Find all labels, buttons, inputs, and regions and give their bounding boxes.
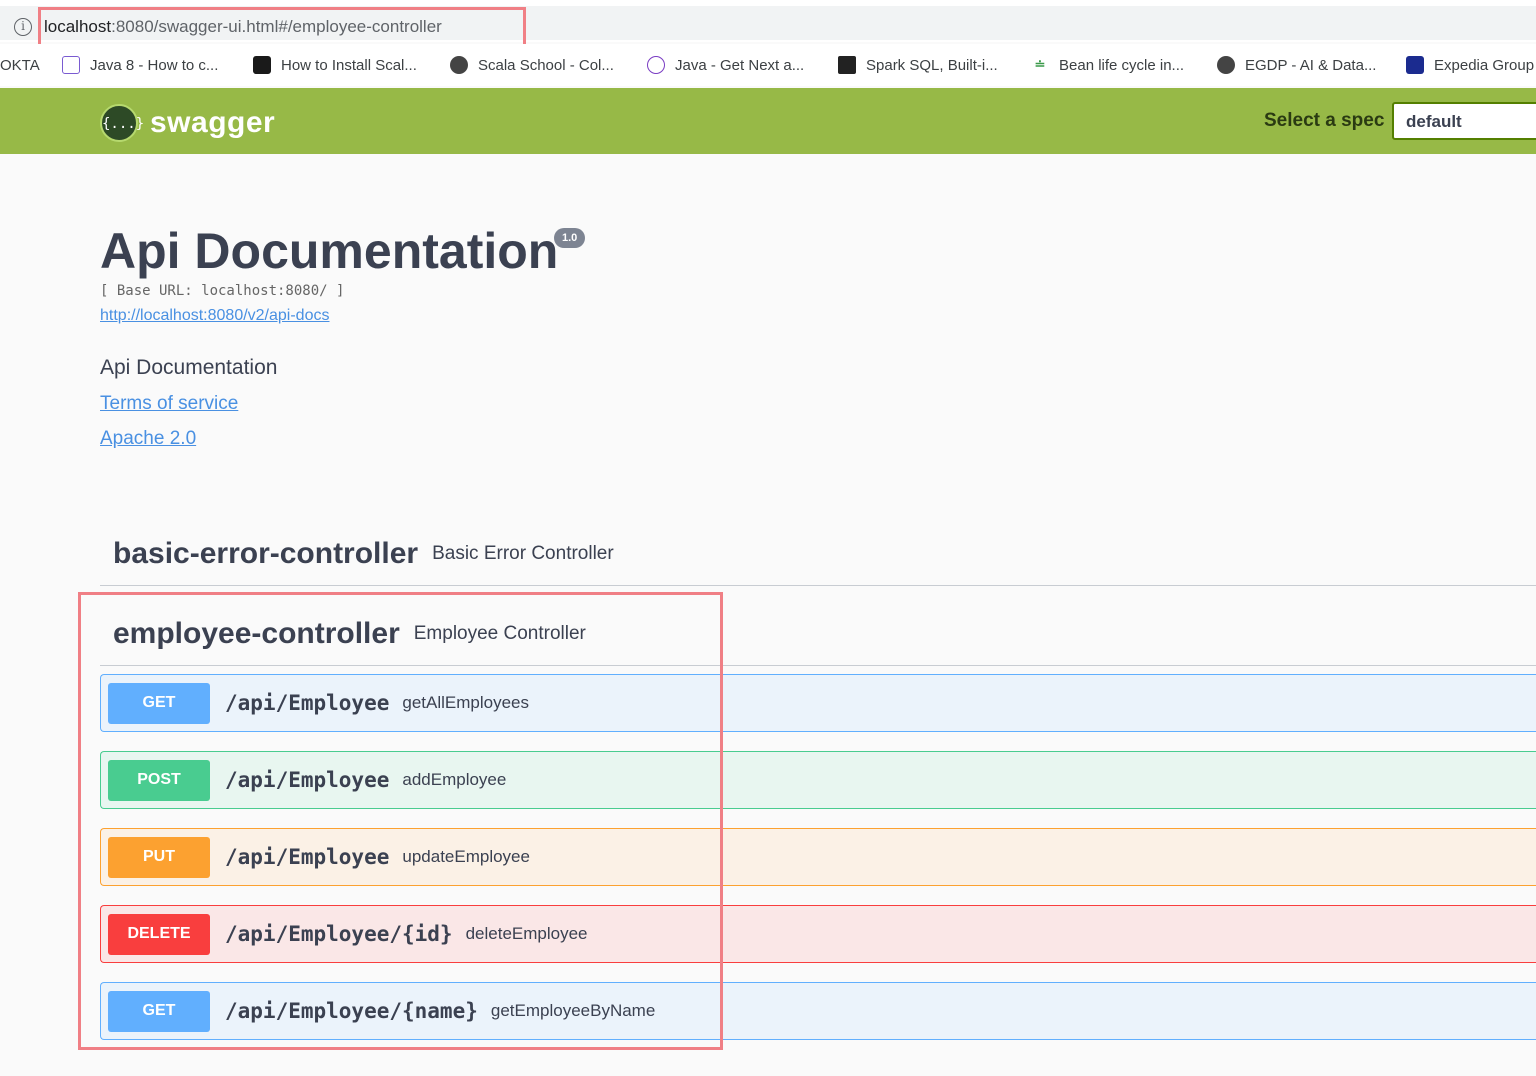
tag-name: employee-controller xyxy=(113,616,400,650)
operation-summary: getAllEmployees xyxy=(402,693,529,712)
bookmark-spark-sql[interactable]: Spark SQL, Built-i... xyxy=(838,54,998,76)
operation-summary: deleteEmployee xyxy=(465,924,588,943)
bookmark-label: Scala School - Col... xyxy=(478,56,614,74)
bookmark-label: How to Install Scal... xyxy=(281,56,417,74)
tag-description: Employee Controller xyxy=(413,622,586,644)
question-box-icon xyxy=(62,56,80,74)
base-url: [ Base URL: localhost:8080/ ] xyxy=(100,283,345,299)
tag-name: basic-error-controller xyxy=(113,536,419,570)
operation-path: /api/Employee xyxy=(225,691,390,715)
method-badge: POST xyxy=(108,759,210,801)
globe-icon xyxy=(450,56,468,74)
bookmark-okta[interactable]: OKTA xyxy=(0,54,40,76)
bookmark-egdp[interactable]: EGDP - AI & Data... xyxy=(1217,54,1376,76)
operation-summary: addEmployee xyxy=(402,770,507,789)
operation-path: /api/Employee/{name} xyxy=(225,999,478,1023)
bookmark-label: Bean life cycle in... xyxy=(1059,56,1185,74)
bookmark-label: Spark SQL, Built-i... xyxy=(866,56,998,74)
bookmark-label: EGDP - AI & Data... xyxy=(1245,56,1377,74)
swagger-logo-text: swagger xyxy=(150,106,276,139)
operation-delete-employee[interactable]: DELETE /api/Employee/{id} deleteEmployee xyxy=(100,905,1536,963)
bookmarks-bar: OKTA Java 8 - How to c... How to Install… xyxy=(0,44,1536,86)
bookmark-java-get-next[interactable]: Java - Get Next a... xyxy=(647,54,804,76)
method-badge: DELETE xyxy=(108,913,210,955)
bookmark-install-scala[interactable]: How to Install Scal... xyxy=(253,54,417,76)
api-docs-link[interactable]: http://localhost:8080/v2/api-docs xyxy=(100,307,329,325)
book-icon xyxy=(838,56,856,74)
url-highlight-annotation xyxy=(38,7,526,47)
spec-select-label: Select a spec xyxy=(1264,110,1385,131)
license-link[interactable]: Apache 2.0 xyxy=(100,428,196,450)
info-icon[interactable]: i xyxy=(14,18,32,36)
swagger-topbar: {...} swagger Select a spec default xyxy=(0,88,1536,154)
bookmark-label: Expedia Group xyxy=(1434,56,1535,74)
operation-summary: getEmployeeByName xyxy=(490,1001,656,1020)
operation-update-employee[interactable]: PUT /api/Employee updateEmployee xyxy=(100,828,1536,886)
bookmark-bean-life-cycle[interactable]: ≐ Bean life cycle in... xyxy=(1031,54,1185,76)
page-title: Api Documentation xyxy=(100,223,559,279)
bookmark-scala-school[interactable]: Scala School - Col... xyxy=(450,54,614,76)
operation-path: /api/Employee xyxy=(225,768,390,792)
dark-logo-icon xyxy=(253,56,271,74)
tag-basic-error-controller[interactable]: basic-error-controller Basic Error Contr… xyxy=(100,522,1536,586)
tag-employee-controller[interactable]: employee-controller Employee Controller xyxy=(100,602,1536,666)
operation-path: /api/Employee/{id} xyxy=(225,922,453,946)
bookmark-label: Java - Get Next a... xyxy=(675,56,805,74)
operation-get-all-employees[interactable]: GET /api/Employee getAllEmployees xyxy=(100,674,1536,732)
operation-add-employee[interactable]: POST /api/Employee addEmployee xyxy=(100,751,1536,809)
green-logo-icon: ≐ xyxy=(1034,57,1046,72)
bookmark-java8[interactable]: Java 8 - How to c... xyxy=(62,54,218,76)
method-badge: GET xyxy=(108,990,210,1032)
pink-circle-icon xyxy=(647,56,665,74)
version-badge: 1.0 xyxy=(554,228,586,248)
bookmark-expedia[interactable]: Expedia Group xyxy=(1406,54,1534,76)
api-description: Api Documentation xyxy=(100,356,278,379)
swagger-logo[interactable]: {...} swagger xyxy=(100,104,275,142)
blue-logo-icon xyxy=(1406,56,1424,74)
method-badge: GET xyxy=(108,682,210,724)
method-badge: PUT xyxy=(108,836,210,878)
operation-get-employee-by-name[interactable]: GET /api/Employee/{name} getEmployeeByNa… xyxy=(100,982,1536,1040)
tag-description: Basic Error Controller xyxy=(432,542,614,564)
bookmark-label: OKTA xyxy=(0,56,40,74)
terms-of-service-link[interactable]: Terms of service xyxy=(100,393,238,415)
operation-summary: updateEmployee xyxy=(402,847,530,866)
spec-select[interactable]: default xyxy=(1392,102,1536,140)
swagger-logo-icon: {...} xyxy=(100,104,144,142)
globe-icon xyxy=(1217,56,1235,74)
operation-path: /api/Employee xyxy=(225,845,390,869)
bookmark-label: Java 8 - How to c... xyxy=(90,56,219,74)
